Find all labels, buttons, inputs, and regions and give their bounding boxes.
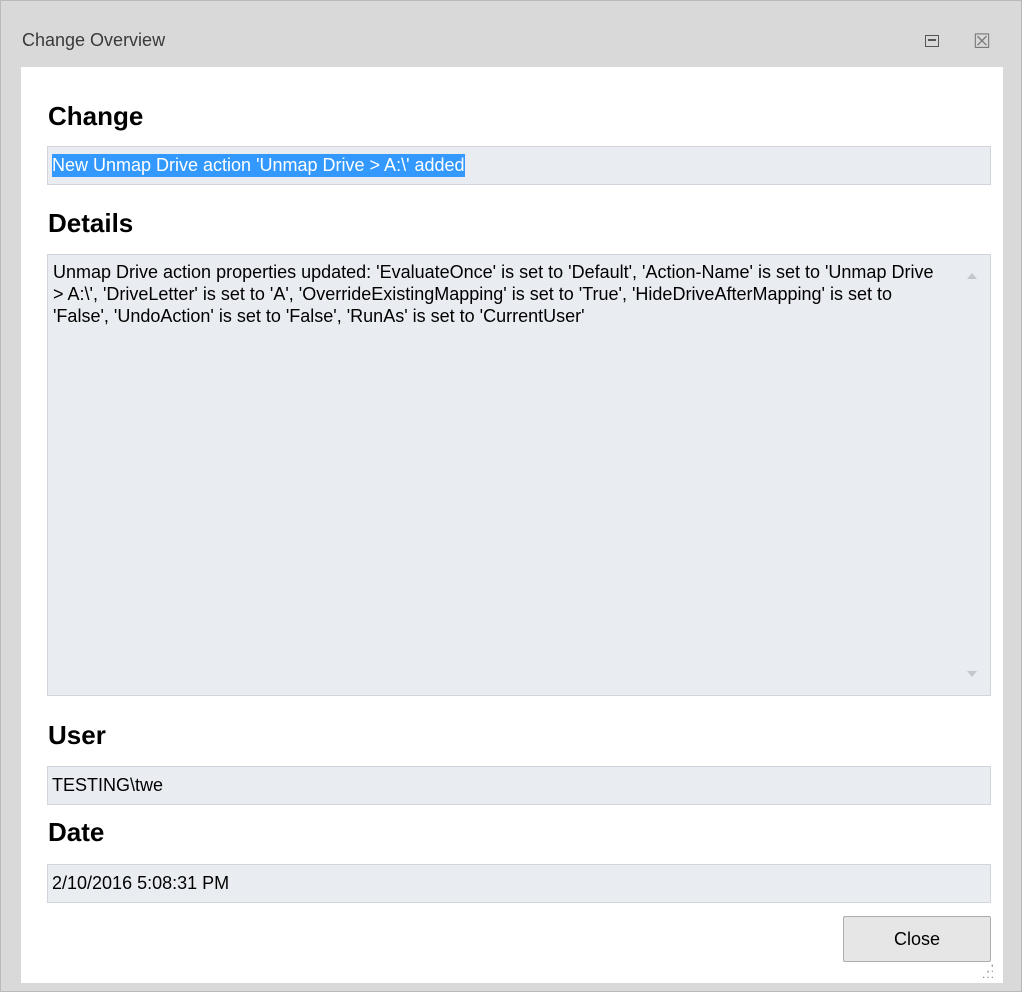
user-heading: User [48,720,106,750]
change-heading: Change [48,101,144,131]
dialog-content: Change New Unmap Drive action 'Unmap Dri… [21,67,1003,983]
title-bar[interactable]: Change Overview ☒ [7,15,1015,67]
change-overview-window: Change Overview ☒ Change New Unmap Drive… [0,0,1022,992]
restore-button[interactable] [915,25,949,57]
user-field[interactable]: TESTING\twe [47,766,991,805]
scroll-down-icon[interactable] [967,671,977,677]
change-value: New Unmap Drive action 'Unmap Drive > A:… [52,154,465,177]
close-icon: ☒ [973,30,991,53]
details-textarea[interactable]: Unmap Drive action properties updated: '… [47,254,991,696]
details-scrollbar[interactable] [954,255,990,695]
window-title: Change Overview [22,30,166,50]
resize-grip-icon[interactable]: . .:.:. [982,956,995,980]
scroll-up-icon[interactable] [967,273,977,279]
date-value: 2/10/2016 5:08:31 PM [52,873,230,893]
window-close-button[interactable]: ☒ [965,25,999,57]
date-field[interactable]: 2/10/2016 5:08:31 PM [47,864,991,903]
change-field[interactable]: New Unmap Drive action 'Unmap Drive > A:… [47,146,991,185]
user-value: TESTING\twe [52,775,164,795]
restore-icon [925,35,939,47]
details-heading: Details [48,208,134,238]
details-value: Unmap Drive action properties updated: '… [53,262,934,326]
close-button[interactable]: Close [843,916,991,962]
date-heading: Date [48,817,105,847]
